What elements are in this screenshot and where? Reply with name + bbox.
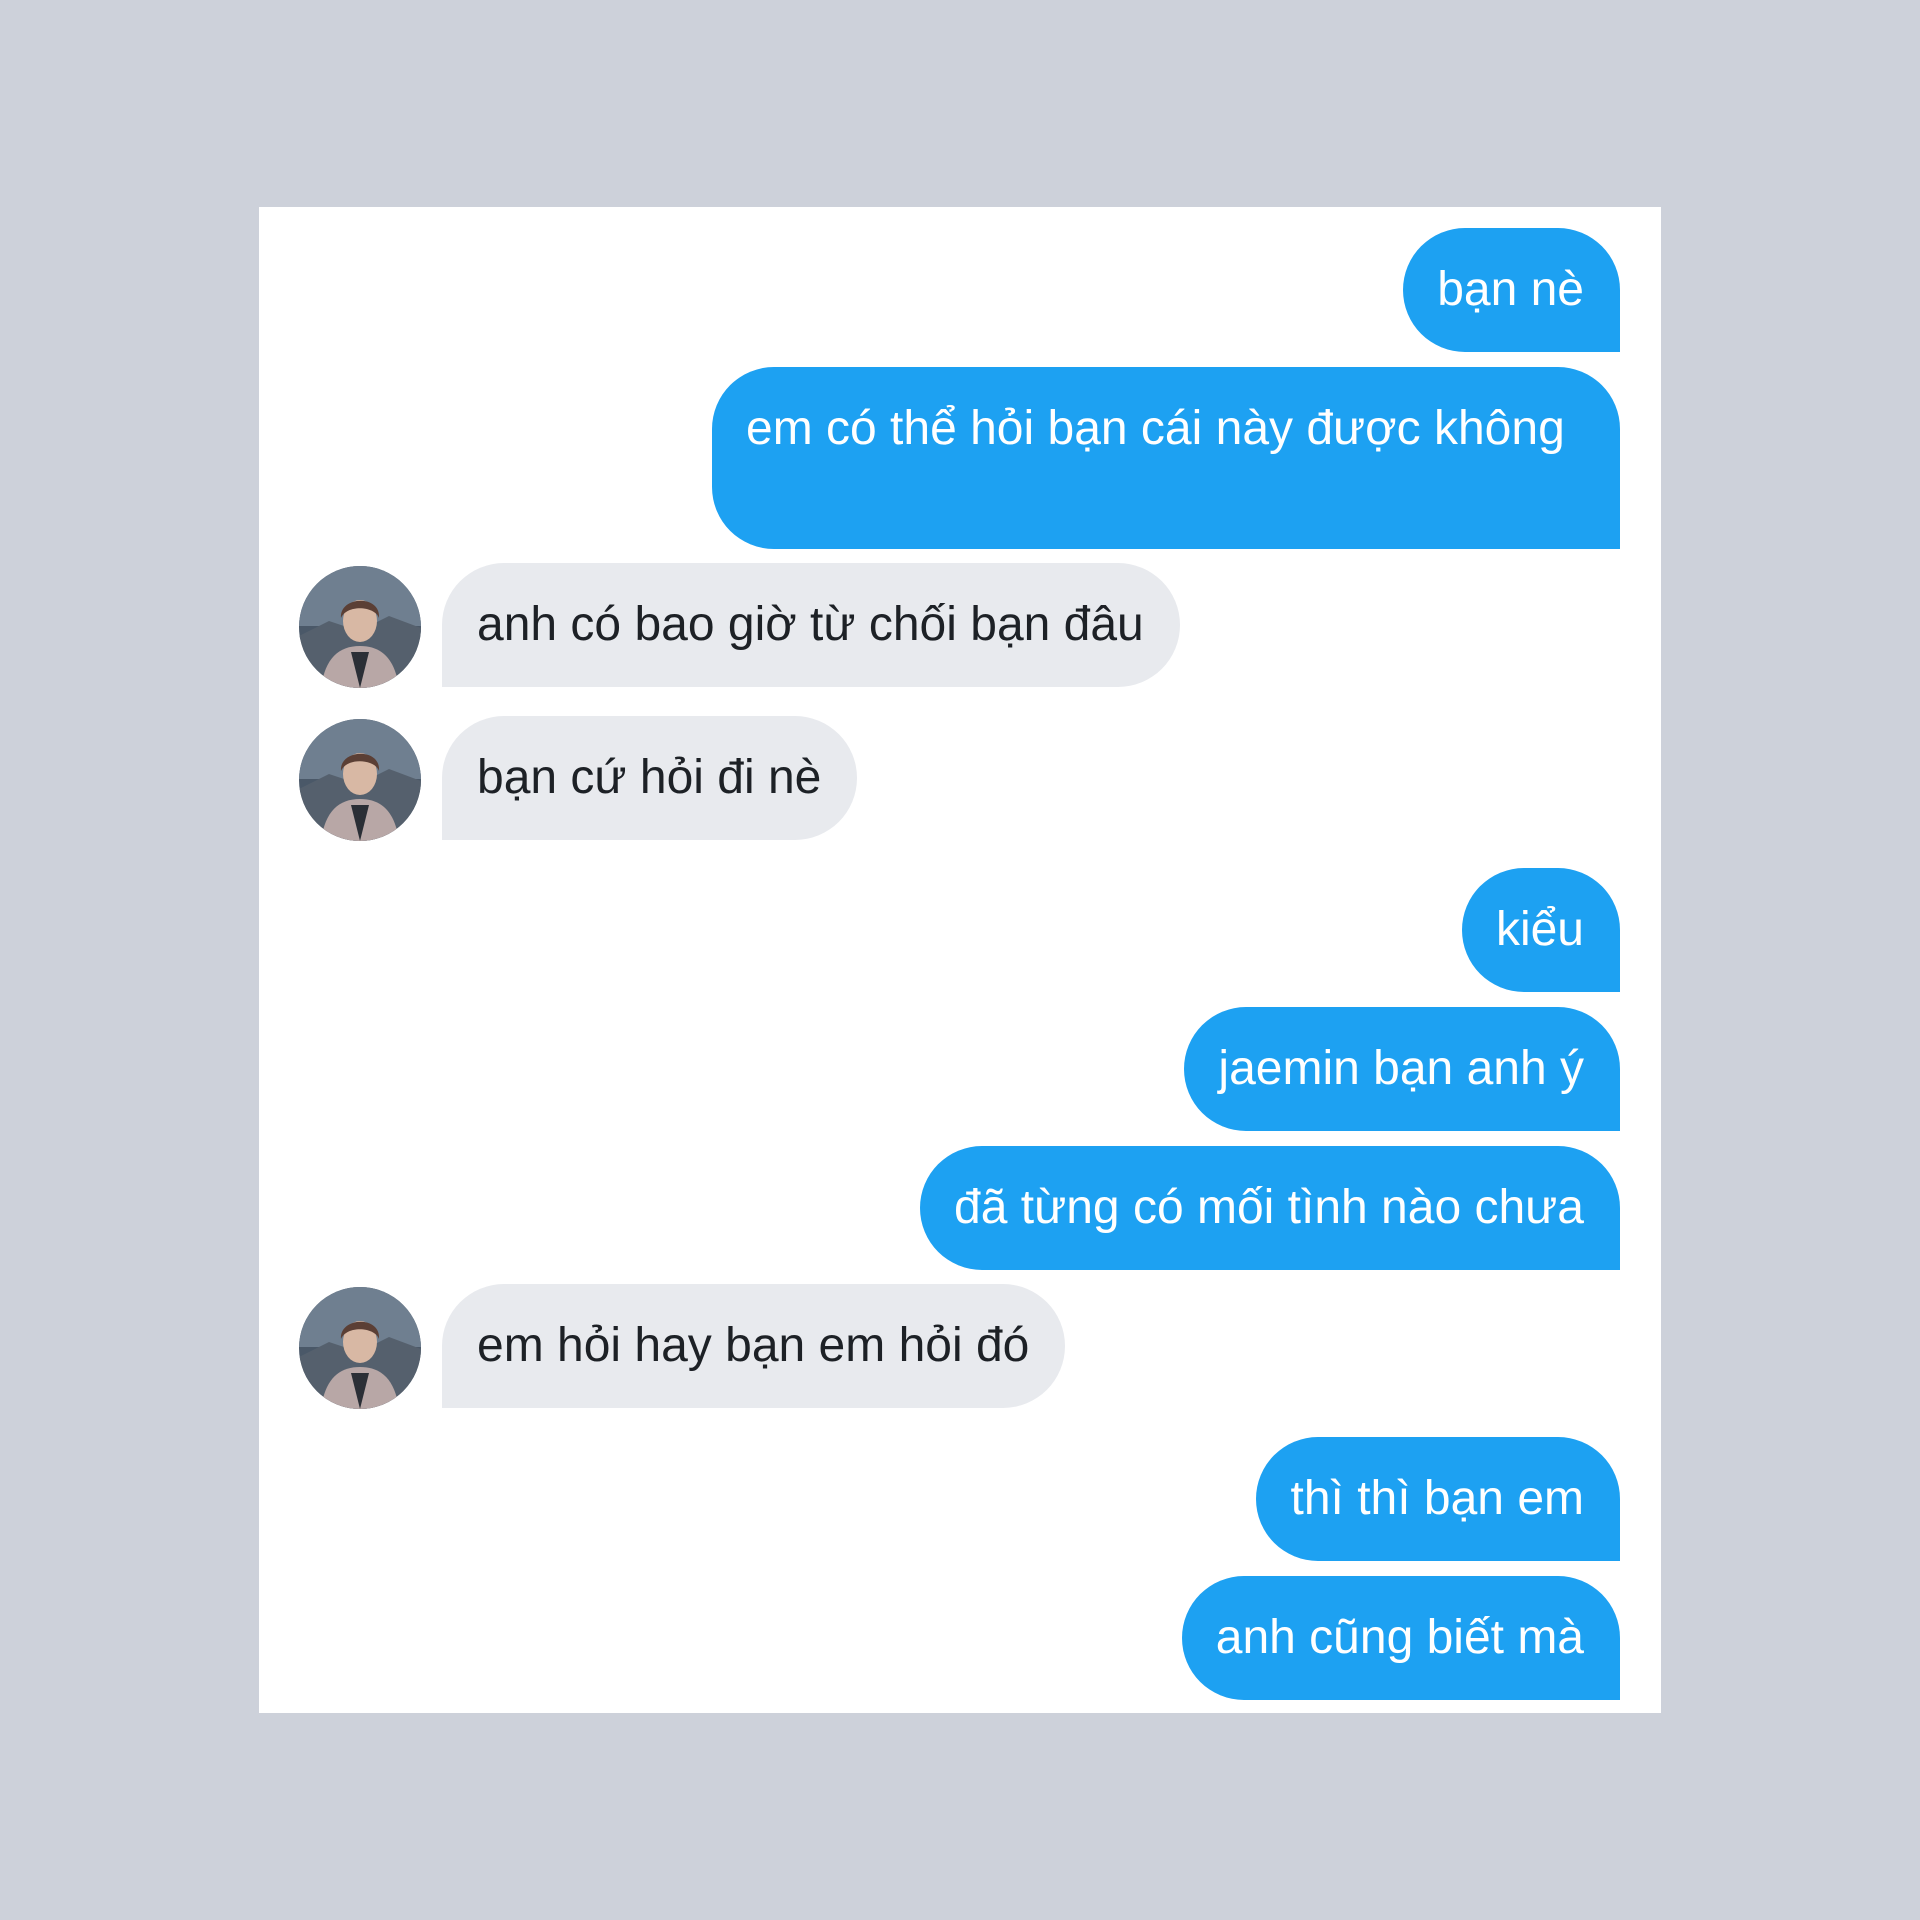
avatar[interactable] (299, 1287, 421, 1409)
avatar[interactable] (299, 719, 421, 841)
message-bubble-incoming[interactable]: bạn cứ hỏi đi nè (442, 716, 858, 840)
message-text: anh cũng biết mà (1215, 1611, 1584, 1664)
message-text: đã từng có mối tình nào chưa (954, 1181, 1584, 1234)
message-bubble-outgoing[interactable]: em có thể hỏi bạn cái này được không (712, 367, 1620, 549)
avatar-icon (299, 1287, 421, 1409)
avatar[interactable] (299, 566, 421, 688)
message-text: jaemin bạn anh ý (1218, 1042, 1584, 1095)
message-bubble-outgoing[interactable]: kiểu (1461, 868, 1620, 992)
avatar-icon (299, 719, 421, 841)
message-bubble-outgoing[interactable]: bạn nè (1403, 228, 1620, 352)
message-text: anh có bao giờ từ chối bạn đâu (477, 598, 1144, 651)
message-text: thì thì bạn em (1290, 1472, 1584, 1525)
message-bubble-outgoing[interactable]: jaemin bạn anh ý (1184, 1007, 1620, 1131)
message-bubble-outgoing[interactable]: anh cũng biết mà (1181, 1576, 1620, 1700)
message-bubble-incoming[interactable]: em hỏi hay bạn em hỏi đó (442, 1284, 1066, 1408)
message-text: em có thể hỏi bạn cái này được không (746, 402, 1565, 455)
message-bubble-outgoing[interactable]: đã từng có mối tình nào chưa (920, 1146, 1620, 1270)
message-text: bạn nè (1437, 263, 1584, 316)
message-text: bạn cứ hỏi đi nè (477, 751, 822, 804)
chat-card: bạn nè em có thể hỏi bạn cái này được kh… (259, 207, 1661, 1713)
message-text: em hỏi hay bạn em hỏi đó (477, 1319, 1030, 1372)
avatar-icon (299, 566, 421, 688)
message-bubble-incoming[interactable]: anh có bao giờ từ chối bạn đâu (442, 563, 1180, 687)
message-bubble-outgoing[interactable]: thì thì bạn em (1256, 1437, 1620, 1561)
message-text: kiểu (1495, 903, 1584, 956)
